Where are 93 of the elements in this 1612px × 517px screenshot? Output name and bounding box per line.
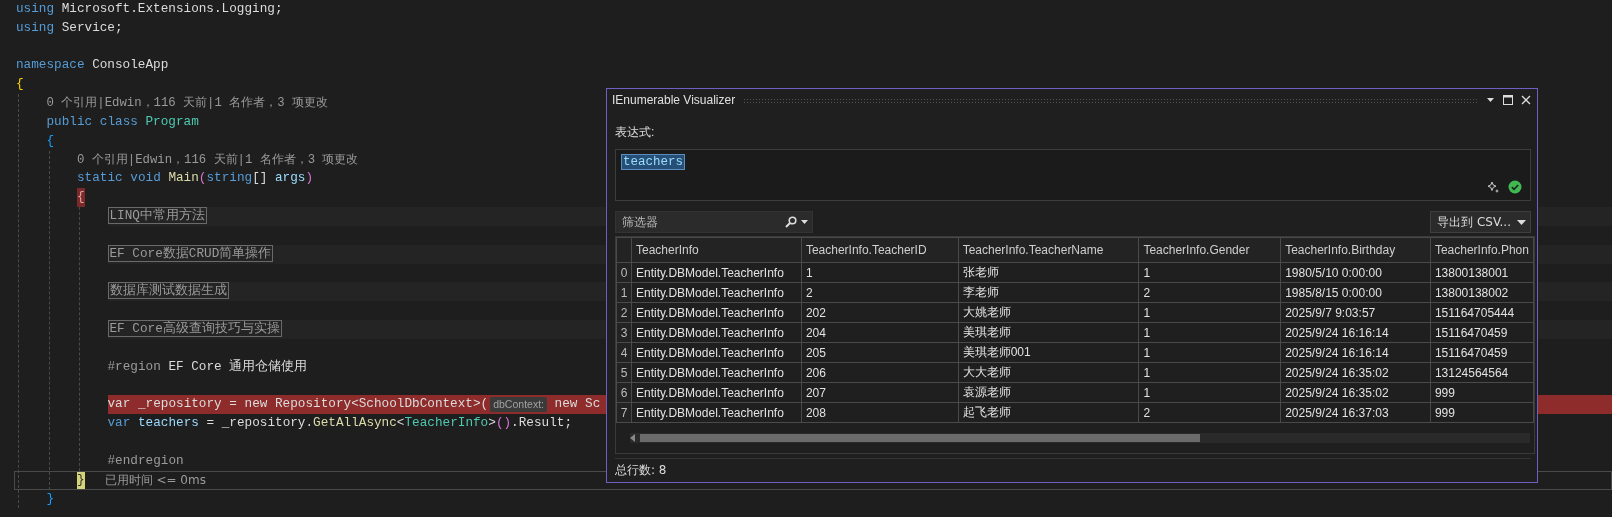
table-cell: Entity.DBModel.TeacherInfo xyxy=(631,342,802,363)
table-cell: 2025/9/7 9:03:57 xyxy=(1280,302,1431,323)
code-lens[interactable]: 0 个引用|Edwin，116 天前|1 名作者，3 项更改 xyxy=(77,150,359,170)
table-cell: Entity.DBModel.TeacherInfo xyxy=(631,322,802,343)
table-cell: 1980/5/10 0:00:00 xyxy=(1280,262,1431,283)
table-cell: 美琪老师001 xyxy=(958,342,1139,363)
table-cell: 999 xyxy=(1430,402,1534,423)
table-cell: 起飞老师 xyxy=(958,402,1139,423)
table-cell: Entity.DBModel.TeacherInfo xyxy=(631,262,802,283)
column-header[interactable]: TeacherInfo.Phon xyxy=(1430,237,1534,263)
column-header[interactable]: TeacherInfo.TeacherID xyxy=(801,237,959,263)
check-icon xyxy=(1508,180,1522,194)
table-cell: 李老师 xyxy=(958,282,1139,303)
elapsed-time-tip: 已用时间 <= 0ms xyxy=(104,471,206,489)
caret-icon[interactable] xyxy=(1517,219,1526,225)
table-cell: Entity.DBModel.TeacherInfo xyxy=(631,302,802,323)
dropdown-icon[interactable] xyxy=(1486,97,1495,103)
code-text: } xyxy=(46,489,55,508)
column-header[interactable]: TeacherInfo.TeacherName xyxy=(958,237,1139,263)
table-cell: 1 xyxy=(1138,382,1281,403)
table-cell: 206 xyxy=(801,362,959,383)
table-cell: 151164705444 xyxy=(1430,302,1534,323)
column-header[interactable]: TeacherInfo.Birthday xyxy=(1280,237,1431,263)
code-text: #endregion xyxy=(107,451,184,470)
expression-field[interactable]: teachers xyxy=(615,149,1531,201)
code-text: static void Main(string[] args) xyxy=(77,169,314,188)
table-cell: 大姚老师 xyxy=(958,302,1139,323)
table-cell: 204 xyxy=(801,322,959,343)
table-cell: 207 xyxy=(801,382,959,403)
table-cell: 1985/8/15 0:00:00 xyxy=(1280,282,1431,303)
table-cell: 2 xyxy=(1138,282,1281,303)
collapsed-region[interactable]: EF Core数据CRUD简单操作 xyxy=(107,244,274,262)
table-cell: 张老师 xyxy=(958,262,1139,283)
code-text: new Sc xyxy=(553,395,601,414)
close-icon[interactable] xyxy=(1521,95,1531,105)
table-cell: 205 xyxy=(801,342,959,363)
table-cell: 15116470459 xyxy=(1430,342,1534,363)
table-cell: 2025/9/24 16:35:02 xyxy=(1280,382,1431,403)
caret-icon[interactable] xyxy=(801,220,808,224)
table-cell: 2025/9/24 16:16:14 xyxy=(1280,342,1431,363)
table-cell: 1 xyxy=(1138,262,1281,283)
matched-brace: { xyxy=(77,188,85,208)
table-cell: 2025/9/24 16:16:14 xyxy=(1280,322,1431,343)
code-text: { xyxy=(16,75,24,94)
filter-field[interactable]: 筛选器 xyxy=(615,211,813,233)
table-cell: 13124564564 xyxy=(1430,362,1534,383)
code-text: using Service; xyxy=(16,18,123,37)
table-cell: Entity.DBModel.TeacherInfo xyxy=(631,382,802,403)
table-cell: Entity.DBModel.TeacherInfo xyxy=(631,402,802,423)
horizontal-scrollbar[interactable] xyxy=(630,433,1530,443)
code-text: var teachers = _repository.GetAllAsync<TeacherInfo>().Result; xyxy=(107,414,573,433)
search-icon[interactable] xyxy=(785,216,797,228)
table-cell: 208 xyxy=(801,402,959,423)
table-cell: 13800138001 xyxy=(1430,262,1534,283)
table-cell: 2025/9/24 16:35:02 xyxy=(1280,362,1431,383)
column-header[interactable]: TeacherInfo.Gender xyxy=(1138,237,1281,263)
code-lens[interactable]: 0 个引用|Edwin，116 天前|1 名作者，3 项更改 xyxy=(46,94,328,113)
table-cell: 1 xyxy=(1138,302,1281,323)
sparkle-icon[interactable] xyxy=(1487,180,1500,194)
table-cell: 202 xyxy=(801,302,959,323)
code-text: { xyxy=(46,131,55,150)
code-text: namespace ConsoleApp xyxy=(16,56,169,75)
expression-label: 表达式: xyxy=(615,124,655,141)
table-cell: 大大老师 xyxy=(958,362,1139,383)
code-text: var _repository = new Repository<SchoolDbContext>( xyxy=(107,395,489,414)
export-csv-button[interactable]: 导出到 CSV... xyxy=(1430,211,1531,233)
collapsed-region[interactable]: EF Core高级查询技巧与实操 xyxy=(107,320,282,338)
table-cell: Entity.DBModel.TeacherInfo xyxy=(631,282,802,303)
table-cell: 1 xyxy=(801,262,959,283)
table-cell: 2025/9/24 16:37:03 xyxy=(1280,402,1431,423)
scroll-left-icon[interactable] xyxy=(630,434,636,442)
collapsed-region[interactable]: 数据库测试数据生成 xyxy=(107,282,229,300)
table-cell: 1 xyxy=(1138,342,1281,363)
table-cell: 999 xyxy=(1430,382,1534,403)
table-cell: 13800138002 xyxy=(1430,282,1534,303)
table-cell: 美琪老师 xyxy=(958,322,1139,343)
code-text: using Microsoft.Extensions.Logging; xyxy=(16,0,283,18)
table-cell: 袁源老师 xyxy=(958,382,1139,403)
table-cell: 15116470459 xyxy=(1430,322,1534,343)
table-cell: 2 xyxy=(1138,402,1281,423)
matched-brace: } xyxy=(77,470,85,490)
code-text: #region EF Core 通用仓储使用 xyxy=(107,357,308,376)
table-cell: 1 xyxy=(1138,322,1281,343)
table-cell: Entity.DBModel.TeacherInfo xyxy=(631,362,802,383)
row-count: 总行数: 8 xyxy=(615,461,667,479)
column-header[interactable]: TeacherInfo xyxy=(631,237,802,263)
table-cell: 1 xyxy=(1138,362,1281,383)
collapsed-region[interactable]: LINQ中常用方法 xyxy=(107,207,207,225)
parameter-hint: dbContext: xyxy=(490,397,547,413)
maximize-icon[interactable] xyxy=(1503,95,1513,105)
table-cell: 2 xyxy=(801,282,959,303)
window-title: IEnumerable Visualizer xyxy=(612,93,736,107)
code-text: public class Program xyxy=(46,112,199,131)
